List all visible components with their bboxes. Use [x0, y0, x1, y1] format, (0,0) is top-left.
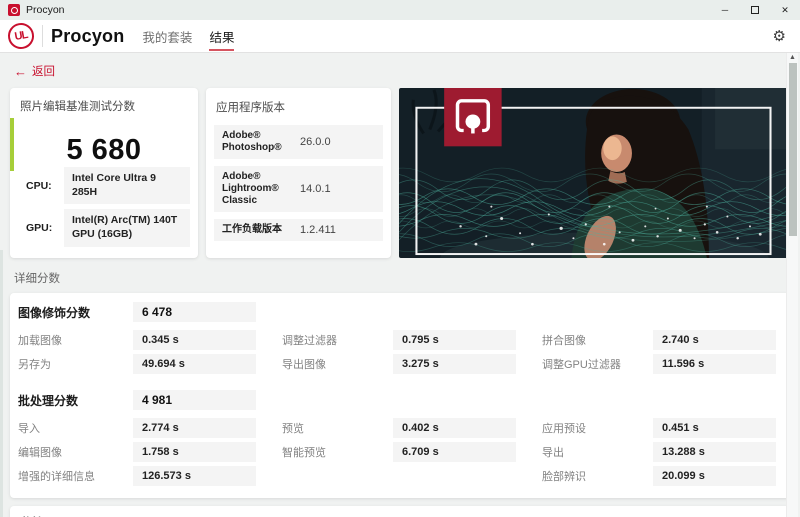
- metric-value: 3.275 s: [393, 354, 516, 374]
- batch-metrics: 导入 2.774 s 预览 0.402 s 应用预设 0.451 s 编辑图像 …: [18, 418, 782, 486]
- close-button[interactable]: ✕: [770, 0, 800, 20]
- batch-group: 批处理分数 4 981 导入 2.774 s 预览 0.402 s 应用预设 0…: [18, 390, 782, 486]
- app-versions-card: 应用程序版本 Adobe® Photoshop® 26.0.0 Adobe® L…: [206, 88, 391, 258]
- version-row: Adobe® Photoshop® 26.0.0: [214, 125, 383, 159]
- metric-label: 加载图像: [18, 335, 62, 347]
- metric-value: 13.288 s: [653, 442, 776, 462]
- retouching-score-row: 图像修饰分数 6 478: [18, 302, 782, 322]
- metric-value: 11.596 s: [653, 354, 776, 374]
- metric-label: 应用预设: [542, 423, 586, 435]
- minimize-button[interactable]: ─: [710, 0, 740, 20]
- minimize-icon: ─: [721, 5, 729, 15]
- hero-illustration: [399, 88, 790, 258]
- metric-value: 2.774 s: [133, 418, 256, 438]
- metric-value: 6.709 s: [393, 442, 516, 462]
- score-accent-bar: [10, 118, 14, 171]
- metric-value: 126.573 s: [133, 466, 256, 486]
- procyon-photo-logo-icon: [444, 88, 502, 147]
- metric-label: 调整GPU过滤器: [542, 359, 621, 371]
- retouching-group: 图像修饰分数 6 478 加载图像 0.345 s 调整过滤器 0.795 s …: [18, 302, 782, 374]
- metric-label: 智能预览: [282, 447, 326, 459]
- navbar: UL Procyon 我的套装 结果 ⚙: [0, 20, 800, 53]
- scroll-up-icon[interactable]: ▲: [787, 53, 798, 63]
- metric-value: 0.345 s: [133, 330, 256, 350]
- metric-label: 导出: [542, 447, 564, 459]
- retouching-score-value: 6 478: [133, 302, 256, 322]
- cpu-row: CPU: Intel Core Ultra 9 285H: [18, 167, 190, 205]
- app-name: Adobe® Photoshop®: [222, 130, 282, 153]
- metric-label: 脸部辨识: [542, 471, 586, 483]
- score-card-title: 照片编辑基准测试分数: [20, 101, 135, 113]
- metric-value: 0.795 s: [393, 330, 516, 350]
- benchmark-hero-image: [399, 88, 790, 258]
- metric-value: 0.451 s: [653, 418, 776, 438]
- window-controls: ─ ✕: [710, 0, 800, 20]
- batch-score-row: 批处理分数 4 981: [18, 390, 782, 410]
- benchmark-score-card: 照片编辑基准测试分数 5 680 CPU: Intel Core Ultra 9…: [10, 88, 198, 258]
- metric-label: 导入: [18, 423, 40, 435]
- details-section-title: 详细分数: [14, 273, 60, 285]
- app-version: 1.2.411: [300, 224, 336, 236]
- close-icon: ✕: [781, 4, 789, 15]
- tab-results[interactable]: 结果: [209, 20, 235, 52]
- brand-wordmark: Procyon: [51, 25, 125, 46]
- metric-label: 调整过滤器: [282, 335, 337, 347]
- metric-value: 49.694 s: [133, 354, 256, 374]
- ul-logo-icon: UL: [5, 20, 37, 52]
- retouching-metrics: 加载图像 0.345 s 调整过滤器 0.795 s 拼合图像 2.740 s …: [18, 330, 782, 374]
- nav-tabs: 我的套装 结果: [142, 20, 235, 52]
- version-row: Adobe® Lightroom® Classic 14.0.1: [214, 166, 383, 212]
- vertical-scrollbar[interactable]: ▲: [786, 53, 798, 517]
- metric-value: 1.758 s: [133, 442, 256, 462]
- app-logo-icon: [8, 4, 20, 16]
- metric-label: 增强的详细信息: [18, 471, 95, 483]
- gpu-value: Intel(R) Arc(TM) 140T GPU (16GB): [64, 209, 190, 247]
- gear-icon[interactable]: ⚙: [773, 29, 786, 44]
- metric-label: 拼合图像: [542, 335, 586, 347]
- window-title: Procyon: [26, 4, 65, 16]
- metric-value: 20.099 s: [653, 466, 776, 486]
- content: ← 返回 照片编辑基准测试分数 5 680 CPU: Intel Core Ul…: [0, 53, 800, 517]
- app-name: 工作负载版本: [222, 224, 282, 235]
- versions-card-title: 应用程序版本: [216, 102, 285, 114]
- batch-score-value: 4 981: [133, 390, 256, 410]
- app-version: 14.0.1: [300, 183, 331, 195]
- metric-value: 0.402 s: [393, 418, 516, 438]
- tab-my-suites[interactable]: 我的套装: [142, 20, 192, 52]
- nav-divider: [42, 25, 43, 47]
- metric-label: 预览: [282, 423, 304, 435]
- metric-label: 另存为: [18, 359, 51, 371]
- gpu-label: GPU:: [26, 221, 53, 234]
- metric-label: 编辑图像: [18, 447, 62, 459]
- gpu-row: GPU: Intel(R) Arc(TM) 140T GPU (16GB): [18, 209, 190, 247]
- left-edge-strip: [0, 250, 3, 517]
- version-row: 工作负载版本 1.2.411: [214, 219, 383, 241]
- cpu-value: Intel Core Ultra 9 285H: [64, 167, 190, 205]
- metric-label: 导出图像: [282, 359, 326, 371]
- batch-score-label: 批处理分数: [18, 393, 79, 408]
- scrollbar-thumb[interactable]: [789, 63, 797, 236]
- summary-row: 照片编辑基准测试分数 5 680 CPU: Intel Core Ultra 9…: [10, 88, 790, 258]
- system-specs: CPU: Intel Core Ultra 9 285H GPU: Intel(…: [18, 167, 190, 251]
- cpu-label: CPU:: [26, 179, 52, 192]
- benchmark-score: 5 680: [66, 134, 142, 166]
- back-link[interactable]: ← 返回: [14, 63, 55, 79]
- maximize-button[interactable]: [740, 0, 770, 20]
- maximize-icon: [751, 6, 759, 14]
- app-version: 26.0.0: [300, 136, 331, 148]
- retouching-score-label: 图像修饰分数: [18, 305, 91, 320]
- detailed-scores-card: 图像修饰分数 6 478 加载图像 0.345 s 调整过滤器 0.795 s …: [10, 293, 790, 498]
- metric-value: 2.740 s: [653, 330, 776, 350]
- metric-value-empty: [393, 466, 516, 486]
- titlebar: Procyon ─ ✕: [0, 0, 800, 20]
- back-label: 返回: [32, 66, 55, 78]
- monitoring-card: 监控 显示额外信息: [10, 506, 790, 517]
- back-arrow-icon: ←: [14, 63, 27, 79]
- app-name: Adobe® Lightroom® Classic: [222, 171, 279, 206]
